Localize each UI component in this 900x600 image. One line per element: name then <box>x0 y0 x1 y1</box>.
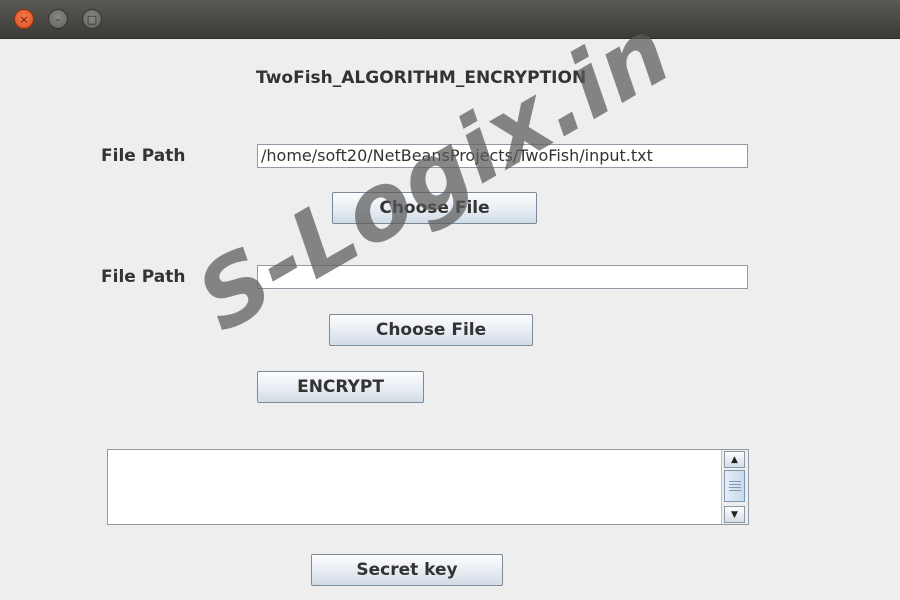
file-path-input-1[interactable]: /home/soft20/NetBeansProjects/TwoFish/in… <box>257 144 748 168</box>
encrypt-button[interactable]: ENCRYPT <box>257 371 424 403</box>
app-window: × – □ TwoFish_ALGORITHM_ENCRYPTION File … <box>0 0 900 600</box>
secret-key-label: Secret key <box>356 560 458 580</box>
minimize-icon[interactable]: – <box>48 9 68 29</box>
output-textarea[interactable]: ▲ ▼ <box>107 449 749 525</box>
choose-file-label-2: Choose File <box>375 320 487 340</box>
encrypt-label: ENCRYPT <box>297 377 384 397</box>
secret-key-button[interactable]: Secret key <box>311 554 503 586</box>
page-title: TwoFish_ALGORITHM_ENCRYPTION <box>256 68 587 88</box>
choose-file-button-2[interactable]: Choose File <box>329 314 533 346</box>
file-path-input-2[interactable] <box>257 265 748 289</box>
watermark-text: S-Logix.in <box>180 0 689 353</box>
scroll-thumb[interactable] <box>724 470 745 502</box>
triangle-down-icon[interactable]: ▼ <box>724 506 745 523</box>
file-path-value-1: /home/soft20/NetBeansProjects/TwoFish/in… <box>261 146 653 165</box>
vertical-scrollbar[interactable]: ▲ ▼ <box>721 450 748 524</box>
choose-file-label-1: Choose File <box>379 198 490 218</box>
title-bar: × – □ <box>0 0 900 39</box>
triangle-up-icon[interactable]: ▲ <box>724 451 745 468</box>
file-path-label-2: File Path <box>101 267 186 287</box>
maximize-icon[interactable]: □ <box>82 9 102 29</box>
close-icon[interactable]: × <box>14 9 34 29</box>
choose-file-button-1[interactable]: Choose File <box>332 192 537 224</box>
file-path-label-1: File Path <box>101 146 186 166</box>
